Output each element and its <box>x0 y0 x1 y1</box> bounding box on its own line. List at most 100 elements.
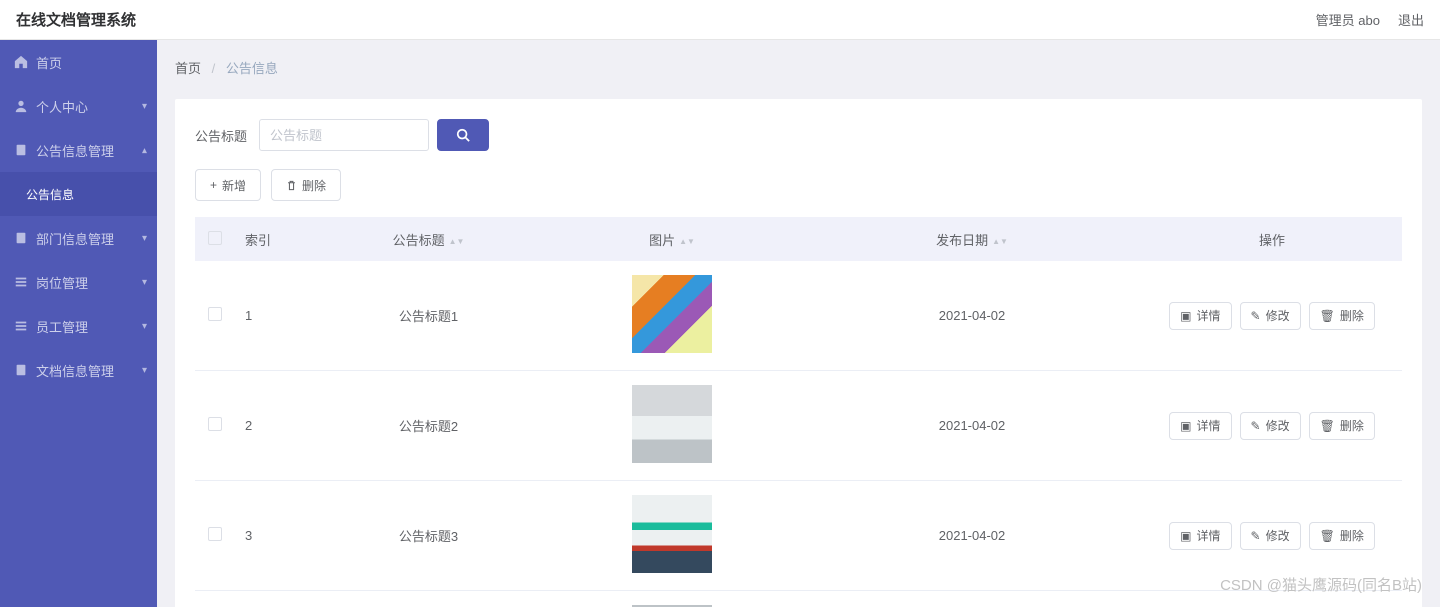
sidebar-item-profile[interactable]: 个人中心 ▾ <box>0 84 157 128</box>
plus-icon: + <box>210 178 217 192</box>
cell-index: 1 <box>235 261 315 371</box>
search-label: 公告标题 <box>195 126 247 145</box>
cell-image <box>542 591 802 607</box>
row-checkbox[interactable] <box>208 417 222 431</box>
home-icon <box>14 55 28 69</box>
edit-icon: ✎ <box>1251 419 1261 433</box>
edit-button[interactable]: ✎ 修改 <box>1240 302 1301 330</box>
chevron-up-icon: ▾ <box>142 145 147 156</box>
delete-button-label: 删除 <box>302 177 326 194</box>
delete-button[interactable]: 删除 <box>271 169 341 201</box>
panel: 公告标题 + 新增 删除 <box>175 99 1422 607</box>
thumbnail[interactable] <box>632 495 712 573</box>
cell-image <box>542 371 802 481</box>
chevron-down-icon: ▾ <box>142 277 147 288</box>
data-table: 索引 公告标题▲▼ 图片▲▼ 发布日期▲▼ 操作 1公告标题1 2021-04-0… <box>195 217 1402 607</box>
sidebar: 首页 个人中心 ▾ 公告信息管理 ▾ 公告信息 部门信息管理 ▾ 岗位管理 ▾ … <box>0 40 157 607</box>
logout-link[interactable]: 退出 <box>1398 10 1424 29</box>
row-delete-button[interactable]: 🗑 删除 <box>1309 412 1375 440</box>
chevron-down-icon: ▾ <box>142 101 147 112</box>
col-date[interactable]: 发布日期▲▼ <box>802 217 1142 261</box>
search-icon <box>456 128 470 142</box>
thumbnail[interactable] <box>632 385 712 463</box>
trash-icon: 🗑 <box>1320 529 1335 543</box>
col-ops: 操作 <box>1142 217 1402 261</box>
row-checkbox[interactable] <box>208 307 222 321</box>
app-header: 在线文档管理系统 管理员 abo 退出 <box>0 0 1440 40</box>
table-row: 1公告标题1 2021-04-02 ▣ 详情 ✎ 修改 🗑 删除 <box>195 261 1402 371</box>
cell-index: 2 <box>235 371 315 481</box>
sidebar-item-label: 员工管理 <box>36 317 88 336</box>
sidebar-item-docinfo[interactable]: 文档信息管理 ▾ <box>0 348 157 392</box>
detail-button[interactable]: ▣ 详情 <box>1169 302 1231 330</box>
user-icon <box>14 99 28 113</box>
sidebar-item-label: 公告信息 <box>26 186 74 203</box>
document-icon <box>14 231 28 245</box>
sidebar-item-home[interactable]: 首页 <box>0 40 157 84</box>
row-checkbox[interactable] <box>208 527 222 541</box>
document-icon <box>14 363 28 377</box>
cell-date <box>802 591 1142 607</box>
add-button-label: 新增 <box>222 177 246 194</box>
col-index: 索引 <box>235 217 315 261</box>
detail-button[interactable]: ▣ 详情 <box>1169 412 1231 440</box>
breadcrumb-current: 公告信息 <box>226 61 278 76</box>
breadcrumb-root[interactable]: 首页 <box>175 61 201 76</box>
edit-icon: ✎ <box>1251 529 1261 543</box>
sidebar-item-label: 岗位管理 <box>36 273 88 292</box>
col-title[interactable]: 公告标题▲▼ <box>315 217 542 261</box>
select-all-checkbox[interactable] <box>208 231 222 245</box>
sidebar-item-label: 公告信息管理 <box>36 141 114 160</box>
cell-title: 公告标题3 <box>315 481 542 591</box>
edit-button[interactable]: ✎ 修改 <box>1240 412 1301 440</box>
sort-icon: ▲▼ <box>992 239 1008 244</box>
cell-date: 2021-04-02 <box>802 371 1142 481</box>
detail-icon: ▣ <box>1180 529 1191 543</box>
sidebar-item-label: 部门信息管理 <box>36 229 114 248</box>
chevron-down-icon: ▾ <box>142 321 147 332</box>
sidebar-item-notice[interactable]: 公告信息管理 ▾ <box>0 128 157 172</box>
breadcrumb: 首页 / 公告信息 <box>175 58 1422 77</box>
row-delete-button[interactable]: 🗑 删除 <box>1309 522 1375 550</box>
sidebar-item-label: 文档信息管理 <box>36 361 114 380</box>
sort-icon: ▲▼ <box>449 239 465 244</box>
table-row: 4▣ 详情✎ 修改🗑 删除 <box>195 591 1402 607</box>
cell-index: 4 <box>235 591 315 607</box>
app-title: 在线文档管理系统 <box>16 9 136 30</box>
search-button[interactable] <box>437 119 489 151</box>
chevron-down-icon: ▾ <box>142 365 147 376</box>
trash-icon: 🗑 <box>1320 419 1335 433</box>
detail-icon: ▣ <box>1180 419 1191 433</box>
table-row: 3公告标题3 2021-04-02 ▣ 详情 ✎ 修改 🗑 删除 <box>195 481 1402 591</box>
search-input[interactable] <box>259 119 429 151</box>
col-image[interactable]: 图片▲▼ <box>542 217 802 261</box>
edit-button[interactable]: ✎ 修改 <box>1240 522 1301 550</box>
cell-title <box>315 591 542 607</box>
table-header-row: 索引 公告标题▲▼ 图片▲▼ 发布日期▲▼ 操作 <box>195 217 1402 261</box>
row-delete-button[interactable]: 🗑 删除 <box>1309 302 1375 330</box>
thumbnail[interactable] <box>632 275 712 353</box>
detail-button[interactable]: ▣ 详情 <box>1169 522 1231 550</box>
chevron-down-icon: ▾ <box>142 233 147 244</box>
cell-index: 3 <box>235 481 315 591</box>
edit-icon: ✎ <box>1251 309 1261 323</box>
list-icon <box>14 275 28 289</box>
user-label[interactable]: 管理员 abo <box>1316 10 1380 29</box>
document-icon <box>14 143 28 157</box>
add-button[interactable]: + 新增 <box>195 169 261 201</box>
list-icon <box>14 319 28 333</box>
sidebar-item-staff[interactable]: 员工管理 ▾ <box>0 304 157 348</box>
sidebar-item-position[interactable]: 岗位管理 ▾ <box>0 260 157 304</box>
search-toolbar: 公告标题 <box>195 119 1402 151</box>
main-content: 首页 / 公告信息 公告标题 + 新增 <box>157 40 1440 607</box>
cell-title: 公告标题2 <box>315 371 542 481</box>
cell-date: 2021-04-02 <box>802 261 1142 371</box>
detail-icon: ▣ <box>1180 309 1191 323</box>
sort-icon: ▲▼ <box>679 239 695 244</box>
cell-title: 公告标题1 <box>315 261 542 371</box>
cell-date: 2021-04-02 <box>802 481 1142 591</box>
sidebar-item-department[interactable]: 部门信息管理 ▾ <box>0 216 157 260</box>
sidebar-subitem-notice-info[interactable]: 公告信息 <box>0 172 157 216</box>
sidebar-item-label: 个人中心 <box>36 97 88 116</box>
cell-image <box>542 261 802 371</box>
